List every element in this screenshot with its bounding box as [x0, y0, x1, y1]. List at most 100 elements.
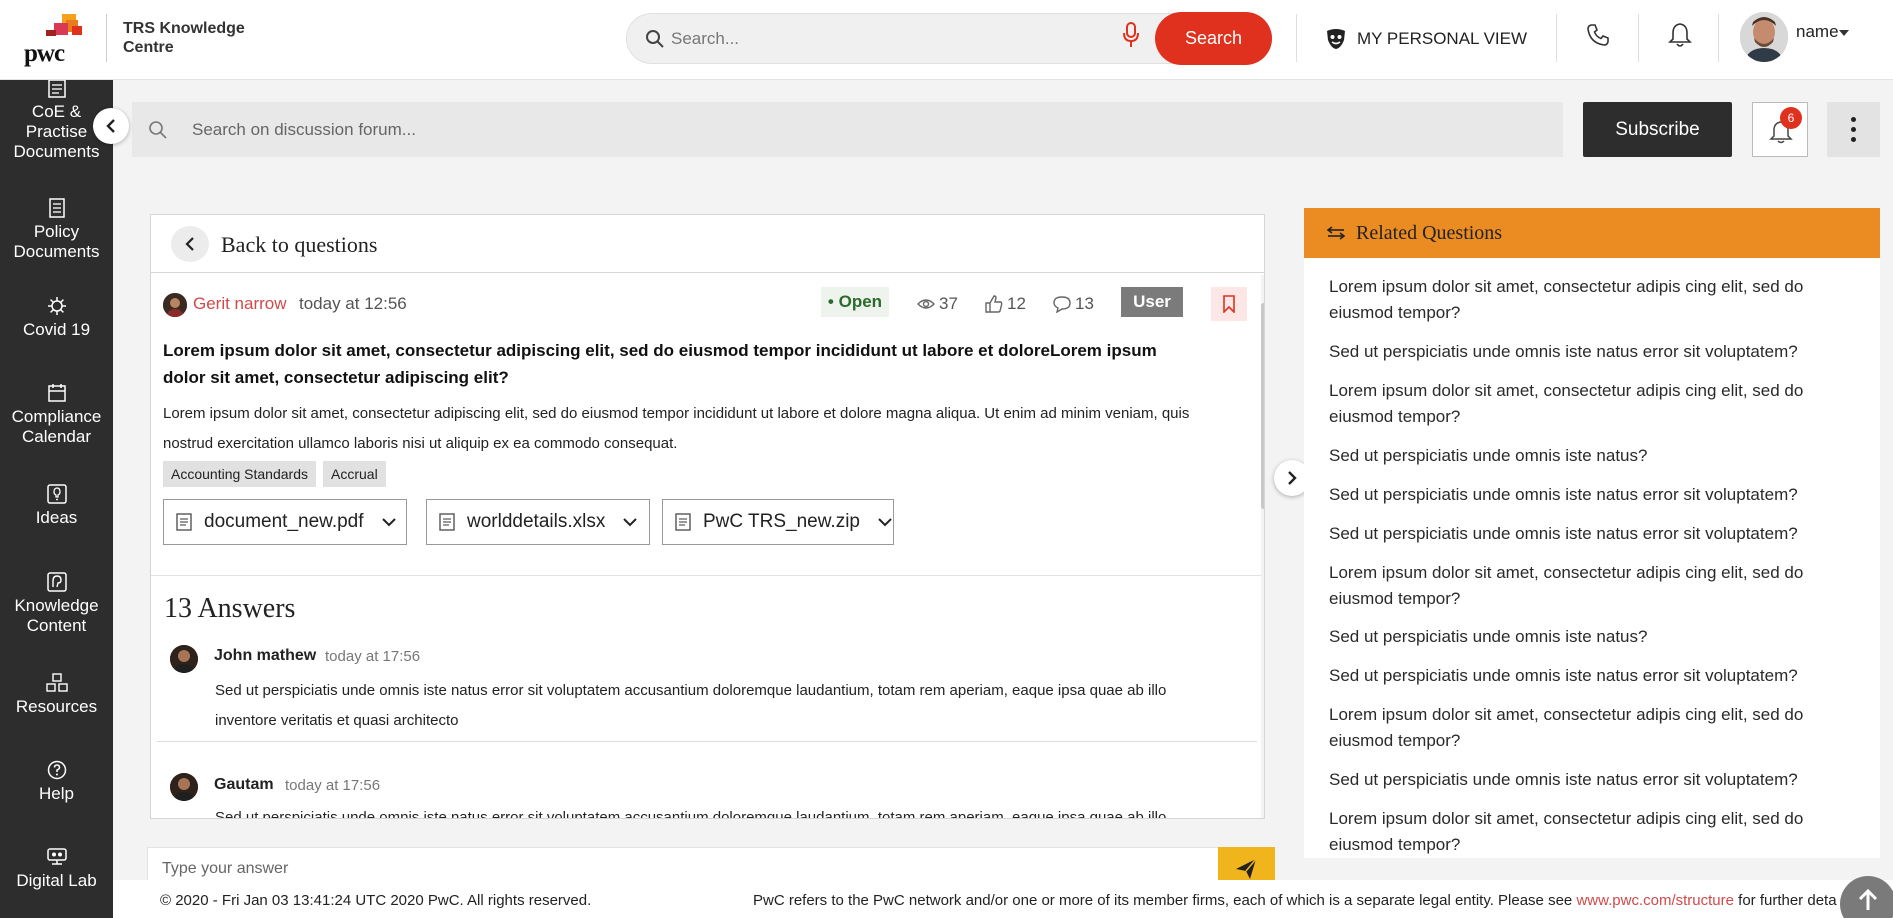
sidebar: CoE & Practise Documents Policy Document… — [0, 80, 113, 918]
user-avatar[interactable] — [1740, 12, 1788, 62]
file-icon — [176, 513, 192, 531]
attachment-dropdown[interactable]: PwC TRS_new.zip — [662, 499, 894, 545]
likes-count[interactable]: 12 — [985, 294, 1026, 314]
status-label: Open — [838, 292, 883, 311]
user-name[interactable]: name — [1796, 22, 1839, 42]
structure-link[interactable]: www.pwc.com/structure — [1576, 892, 1734, 909]
file-icon — [439, 513, 455, 531]
chevron-right-icon — [1288, 471, 1297, 485]
sidebar-item-covid-19[interactable]: Covid 19 — [0, 296, 113, 340]
chevron-down-icon — [878, 518, 892, 527]
related-question-link[interactable]: Sed ut perspiciatis unde omnis iste natu… — [1329, 663, 1849, 689]
brand-line-1: TRS Knowledge — [123, 20, 245, 37]
document-list-icon — [47, 80, 66, 98]
header-divider — [1718, 14, 1719, 62]
more-options-button[interactable] — [1827, 102, 1880, 157]
sidebar-item-help[interactable]: Help — [0, 760, 113, 804]
header-divider — [1296, 14, 1297, 62]
scrollbar-thumb[interactable] — [1261, 303, 1264, 509]
related-question-link[interactable]: Sed ut perspiciatis unde omnis iste natu… — [1329, 443, 1849, 469]
idea-icon — [46, 484, 67, 504]
kebab-dot — [1851, 117, 1856, 122]
answer-text: Sed ut perspiciatis unde omnis iste natu… — [215, 682, 1167, 729]
forum-search-bar — [132, 102, 1563, 157]
sidebar-collapse-button[interactable] — [93, 108, 129, 144]
sidebar-item-label: Policy Documents — [13, 222, 100, 261]
forum-notifications-button[interactable]: 6 — [1752, 102, 1808, 157]
related-question-link[interactable]: Sed ut perspiciatis unde omnis iste natu… — [1329, 339, 1849, 365]
related-question-link[interactable]: Sed ut perspiciatis unde omnis iste natu… — [1329, 521, 1849, 547]
chevron-down-icon[interactable] — [1839, 30, 1849, 36]
sidebar-item-label: Ideas — [35, 508, 78, 527]
comments-count[interactable]: 13 — [1053, 294, 1094, 314]
search-button[interactable]: Search — [1155, 12, 1272, 65]
personal-view-label: MY PERSONAL VIEW — [1357, 29, 1528, 48]
divider — [151, 575, 1261, 576]
back-button[interactable] — [171, 226, 209, 262]
attachment-name: PwC TRS_new.zip — [703, 511, 860, 532]
sidebar-item-resources[interactable]: Resources — [0, 673, 113, 717]
attachment-name: document_new.pdf — [204, 511, 364, 532]
knowledge-icon — [46, 572, 67, 592]
related-question-link[interactable]: Lorem ipsum dolor sit amet, consectetur … — [1329, 274, 1849, 326]
sidebar-item-label: Covid 19 — [22, 320, 91, 339]
logo-text: pwc — [24, 40, 65, 67]
chevron-down-icon — [381, 518, 396, 527]
comment-icon — [1053, 296, 1071, 313]
sidebar-item-label: Digital Lab — [16, 871, 97, 890]
microphone-icon[interactable] — [1123, 22, 1139, 48]
send-answer-button[interactable] — [1218, 847, 1275, 881]
author-avatar[interactable] — [163, 293, 187, 317]
swap-icon — [1326, 226, 1346, 240]
answer-avatar[interactable] — [170, 773, 198, 801]
send-icon — [1236, 858, 1257, 879]
phone-icon[interactable] — [1586, 23, 1610, 47]
related-question-link[interactable]: Lorem ipsum dolor sit amet, consectetur … — [1329, 378, 1849, 430]
question-author[interactable]: Gerit narrow — [193, 294, 287, 314]
related-question-link[interactable]: Lorem ipsum dolor sit amet, consectetur … — [1329, 702, 1849, 754]
related-question-link[interactable]: Lorem ipsum dolor sit amet, consectetur … — [1329, 560, 1849, 612]
legal-text: PwC refers to the PwC network and/or one… — [753, 892, 1837, 909]
sidebar-item-label: Knowledge Content — [14, 596, 99, 635]
answer-author[interactable]: Gautam — [214, 776, 274, 794]
answer-time: today at 17:56 — [285, 777, 381, 794]
answer-avatar[interactable] — [170, 645, 198, 673]
thumbs-up-icon — [985, 295, 1003, 313]
mask-icon — [1327, 29, 1345, 49]
legal-suffix: for further deta — [1738, 892, 1837, 909]
comments-value: 13 — [1075, 294, 1094, 313]
forum-search-input[interactable] — [192, 116, 1492, 144]
bookmark-button[interactable] — [1211, 287, 1247, 321]
tag-accounting-standards[interactable]: Accounting Standards — [163, 461, 316, 487]
related-question-link[interactable]: Sed ut perspiciatis unde omnis iste natu… — [1329, 624, 1849, 650]
answer-input[interactable] — [162, 860, 1162, 878]
attachment-dropdown[interactable]: document_new.pdf — [163, 499, 407, 545]
tag-accrual[interactable]: Accrual — [323, 461, 386, 487]
question-time: today at 12:56 — [299, 294, 407, 313]
back-to-questions-link[interactable]: Back to questions — [221, 232, 377, 258]
answers-heading: 13 Answers — [164, 593, 296, 624]
subscribe-button[interactable]: Subscribe — [1583, 102, 1732, 157]
pwc-logo[interactable]: pwc — [24, 14, 90, 67]
question-title: Lorem ipsum dolor sit amet, consectetur … — [163, 341, 1157, 387]
attachment-dropdown[interactable]: worlddetails.xlsx — [426, 499, 650, 545]
answer-author[interactable]: John mathew — [214, 647, 316, 665]
attachment-name: worlddetails.xlsx — [467, 511, 606, 532]
sidebar-item-label: Resources — [15, 697, 98, 716]
sidebar-item-label: CoE & Practise Documents — [13, 102, 100, 161]
views-value: 37 — [939, 294, 958, 313]
bell-icon[interactable] — [1668, 22, 1692, 48]
sidebar-item-compliance-calendar[interactable]: Compliance Calendar — [0, 383, 113, 447]
sidebar-item-policy-documents[interactable]: Policy Documents — [0, 198, 113, 262]
legal-prefix: PwC refers to the PwC network and/or one… — [753, 892, 1573, 909]
related-question-link[interactable]: Sed ut perspiciatis unde omnis iste natu… — [1329, 767, 1849, 793]
sidebar-item-knowledge-content[interactable]: Knowledge Content — [0, 572, 113, 636]
related-question-link[interactable]: Sed ut perspiciatis unde omnis iste natu… — [1329, 482, 1849, 508]
likes-value: 12 — [1007, 294, 1026, 313]
sidebar-item-label: Help — [39, 784, 74, 803]
chevron-left-icon — [185, 237, 194, 251]
sidebar-item-ideas[interactable]: Ideas — [0, 484, 113, 528]
sidebar-item-digital-lab[interactable]: Digital Lab — [0, 847, 113, 891]
personal-view-toggle[interactable]: MY PERSONAL VIEW — [1325, 24, 1527, 54]
related-question-link[interactable]: Lorem ipsum dolor sit amet, consectetur … — [1329, 806, 1849, 858]
